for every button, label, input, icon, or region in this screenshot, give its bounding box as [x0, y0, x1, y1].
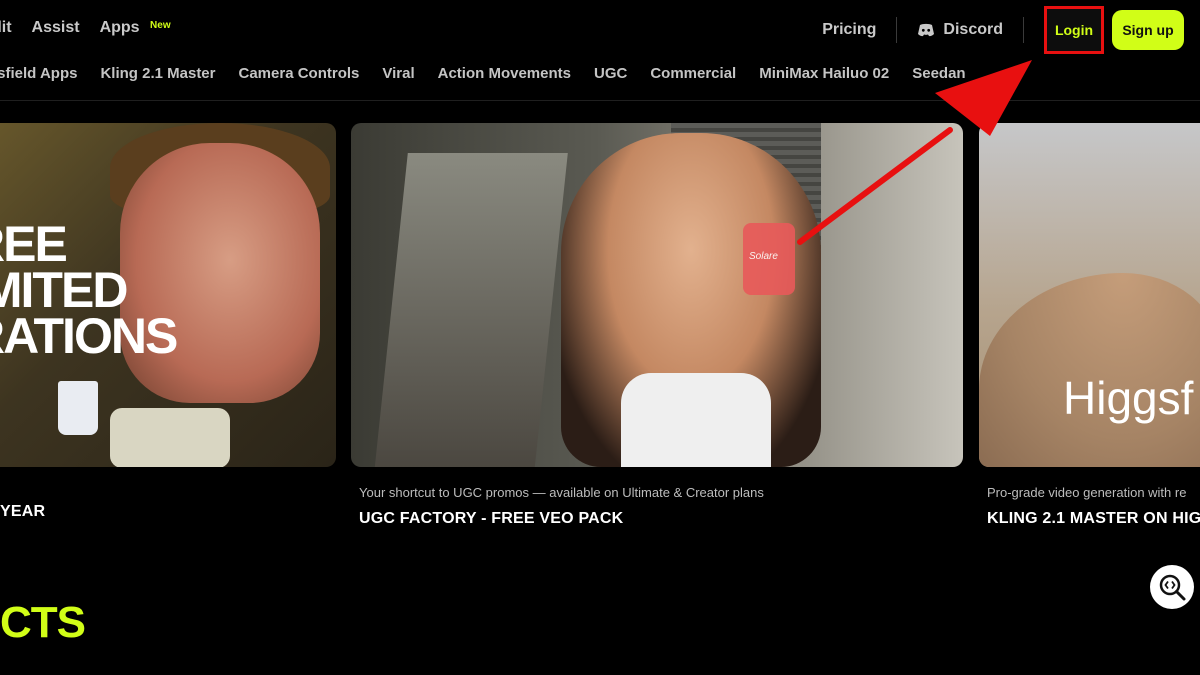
nav-link-edit[interactable]: dit [0, 19, 12, 37]
signup-button[interactable]: Sign up [1112, 10, 1184, 50]
category-camera-controls[interactable]: Camera Controls [239, 65, 360, 82]
nav-link-apps[interactable]: Apps New [100, 19, 171, 37]
discord-link[interactable]: Discord [917, 21, 1003, 39]
category-minimax-hailuo[interactable]: MiniMax Hailuo 02 [759, 65, 889, 82]
top-navigation: dit Assist Apps New Pricing Discord Logi… [0, 0, 1200, 60]
magnifier-code-icon [1159, 574, 1186, 601]
paper-cup [58, 381, 98, 435]
card-title[interactable]: YEAR [0, 503, 45, 521]
nav-link-assist[interactable]: Assist [32, 19, 80, 37]
category-ugc[interactable]: UGC [594, 65, 627, 82]
category-higgsfield-apps[interactable]: gsfield Apps [0, 65, 77, 82]
promo-card-ugc-factory[interactable]: Solare [351, 123, 963, 467]
white-top [621, 373, 771, 467]
category-kling-master[interactable]: Kling 2.1 Master [100, 65, 215, 82]
category-navigation: gsfield Apps Kling 2.1 Master Camera Con… [0, 64, 1200, 101]
category-action-movements[interactable]: Action Movements [438, 65, 571, 82]
nav-left: dit Assist Apps New [0, 19, 171, 37]
nav-link-apps-label: Apps [99, 19, 140, 36]
bottle-label: Solare [749, 251, 778, 262]
category-seedance[interactable]: Seedan [912, 65, 965, 82]
perfume-bottle: Solare [743, 223, 795, 295]
section-heading: CTS [0, 598, 86, 647]
category-commercial[interactable]: Commercial [650, 65, 736, 82]
desert-landscape [979, 273, 1200, 467]
category-list: gsfield Apps Kling 2.1 Master Camera Con… [0, 65, 966, 82]
divider [896, 17, 898, 43]
card-overlay-text: REE IMITED RATIONS [0, 216, 178, 364]
card-subtitle: Your shortcut to UGC promos — available … [359, 485, 764, 500]
category-viral[interactable]: Viral [382, 65, 414, 82]
desk-phone [110, 408, 230, 467]
login-button[interactable]: Login [1044, 6, 1104, 54]
new-badge: New [150, 20, 171, 31]
discord-label: Discord [943, 21, 1003, 38]
card-caption: YEAR [0, 503, 45, 521]
nav-right: Pricing Discord Login Sign up [822, 6, 1184, 54]
card-title[interactable]: KLING 2.1 MASTER ON HIGG [987, 510, 1200, 528]
discord-icon [918, 23, 935, 37]
card-caption: Your shortcut to UGC promos — available … [359, 485, 764, 528]
floating-help-button[interactable] [1150, 565, 1194, 609]
card-caption: Pro-grade video generation with re KLING… [987, 485, 1200, 528]
pricing-link[interactable]: Pricing [822, 21, 876, 39]
hallway-background [374, 153, 568, 467]
card-subtitle: Pro-grade video generation with re [987, 485, 1187, 500]
promo-card-unlimited[interactable]: REE IMITED RATIONS [0, 123, 336, 467]
card-title[interactable]: UGC FACTORY - FREE VEO PACK [359, 510, 764, 528]
divider [1023, 17, 1024, 43]
promo-card-kling-master[interactable]: Higgsf [979, 123, 1200, 467]
card-overlay-text: Higgsf [1063, 372, 1194, 424]
